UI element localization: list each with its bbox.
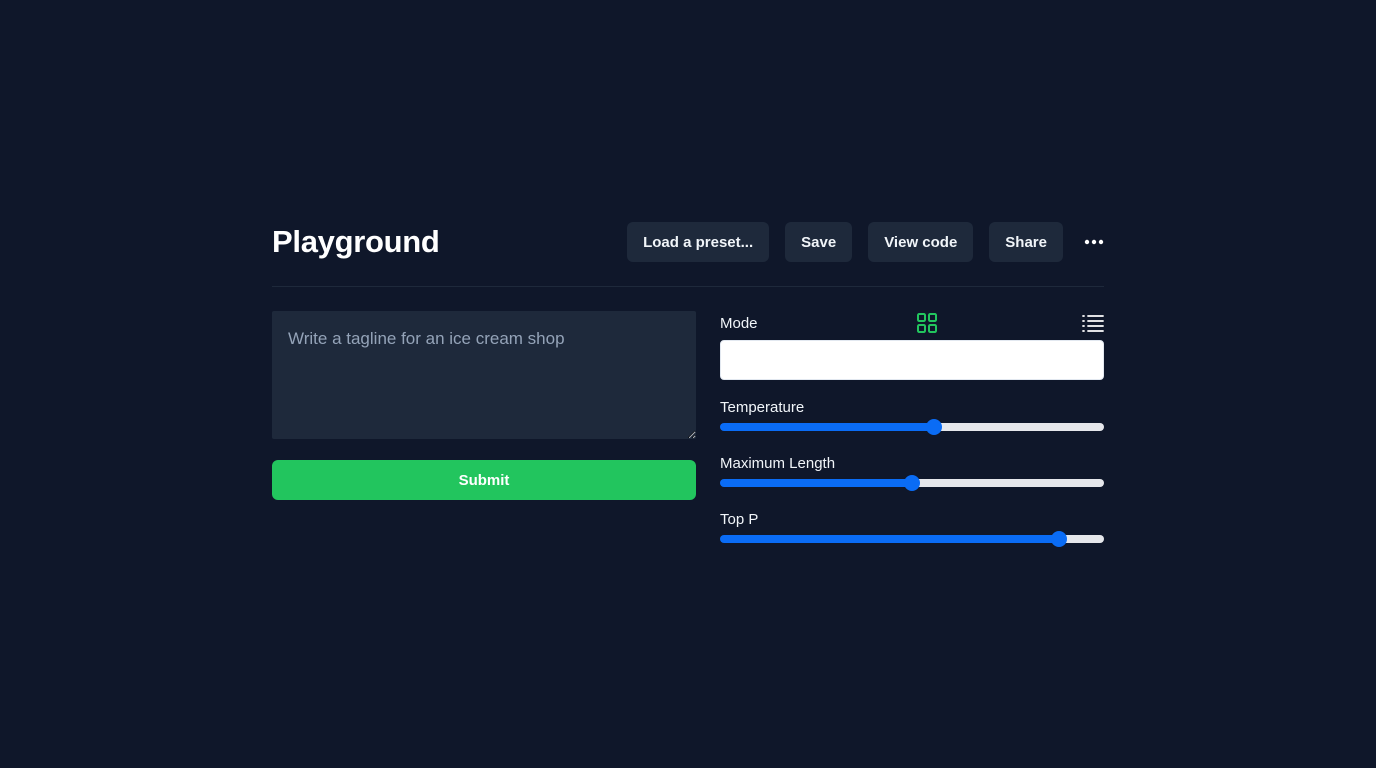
- grid-icon: [917, 313, 937, 333]
- top-p-label: Top P: [720, 511, 759, 528]
- top-p-setting: Top P: [720, 510, 1104, 548]
- submit-button[interactable]: Submit: [272, 460, 696, 500]
- load-preset-button[interactable]: Load a preset...: [627, 222, 770, 262]
- save-button[interactable]: Save: [785, 222, 853, 262]
- list-mode-button[interactable]: [1082, 314, 1104, 332]
- header-actions: Load a preset... Save View code Share: [627, 222, 1104, 262]
- playground-page: Playground Load a preset... Save View co…: [272, 222, 1104, 548]
- prompt-textarea[interactable]: [272, 311, 696, 439]
- more-options-button[interactable]: [1080, 222, 1104, 262]
- mode-input[interactable]: [720, 340, 1104, 380]
- mode-label: Mode: [720, 314, 758, 332]
- mode-toggle-group: [824, 312, 1104, 334]
- temperature-setting: Temperature: [720, 398, 1104, 436]
- temperature-slider[interactable]: [720, 423, 1104, 431]
- maximum-length-slider[interactable]: [720, 479, 1104, 487]
- maximum-length-label: Maximum Length: [720, 455, 836, 472]
- playground-body: Submit Mode: [272, 311, 1104, 548]
- page-title: Playground: [272, 224, 440, 259]
- header-divider: [272, 286, 1104, 287]
- prompt-panel: Submit: [272, 311, 696, 548]
- maximum-length-setting: Maximum Length: [720, 454, 1104, 492]
- top-p-slider[interactable]: [720, 535, 1104, 543]
- more-horizontal-icon: [1084, 239, 1104, 245]
- settings-panel: Mode Temperature Maximum Length Top P: [720, 311, 1104, 548]
- mode-row: Mode: [720, 311, 1104, 335]
- view-code-button[interactable]: View code: [868, 222, 974, 262]
- list-icon: [1082, 315, 1104, 332]
- page-header: Playground Load a preset... Save View co…: [272, 222, 1104, 262]
- share-button[interactable]: Share: [989, 222, 1063, 262]
- temperature-label: Temperature: [720, 399, 805, 416]
- grid-mode-button[interactable]: [916, 312, 938, 334]
